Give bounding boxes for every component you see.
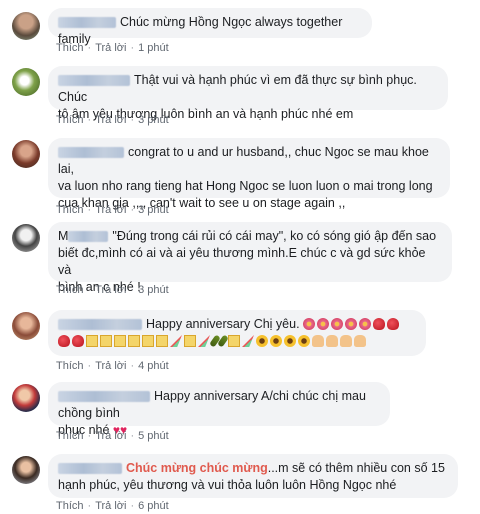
separator: · <box>87 42 92 54</box>
reply-link[interactable]: Trả lời <box>95 114 126 126</box>
commenter-name[interactable] <box>58 147 124 159</box>
separator: · <box>130 500 135 512</box>
comment-bubble: Chúc mừng chúc mừng...m sẽ có thêm nhiều… <box>48 454 458 498</box>
flower-emoji-icon <box>345 318 358 330</box>
separator: · <box>130 360 135 372</box>
commenter-name[interactable] <box>68 231 109 243</box>
avatar[interactable] <box>12 224 40 252</box>
gift-emoji-icon <box>184 335 196 347</box>
flower-emoji-icon <box>317 318 330 330</box>
comment-bubble: M "Đúng trong cái rủi có cái may", ko có … <box>48 222 452 294</box>
comment-bubble: Happy anniversary Chị yêu. <box>48 310 426 356</box>
gift-emoji-icon <box>128 335 140 347</box>
balloon-emoji-icon <box>387 318 400 330</box>
comment-actions: Thích · Trả lời · 1 phút <box>56 42 169 54</box>
timestamp[interactable]: 5 phút <box>138 430 169 442</box>
comment-text-line-2: va luon nho rang tieng hat Hong Ngoc se … <box>58 179 433 193</box>
gift-emoji-icon <box>156 335 168 347</box>
comment-bubble: Thật vui và hạnh phúc vì em đã thực sự b… <box>48 66 448 121</box>
rose-emoji-icon <box>58 335 70 347</box>
avatar[interactable] <box>12 312 40 340</box>
party-popper-emoji-icon <box>242 335 254 347</box>
separator: · <box>130 204 135 216</box>
timestamp[interactable]: 6 phút <box>138 500 169 512</box>
avatar[interactable] <box>12 456 40 484</box>
reply-link[interactable]: Trả lời <box>95 430 126 442</box>
timestamp[interactable]: 1 phút <box>138 42 169 54</box>
commenter-name[interactable] <box>58 391 150 403</box>
comment-actions: Thích · Trả lời · 4 phút <box>56 360 169 372</box>
comment-actions: Thích · Trả lời · 6 phút <box>56 500 169 512</box>
separator: · <box>130 430 135 442</box>
like-link[interactable]: Thích <box>56 284 84 296</box>
separator: · <box>130 114 135 126</box>
separator: · <box>87 204 92 216</box>
flower-emoji-icon <box>303 318 316 330</box>
rose-emoji-icon <box>72 335 84 347</box>
avatar[interactable] <box>12 12 40 40</box>
separator: · <box>87 360 92 372</box>
comment-actions: Thích · Trả lời · 3 phút <box>56 204 169 216</box>
avatar[interactable] <box>12 140 40 168</box>
comment-bubble: Happy anniversary A/chi chúc chị mau chồ… <box>48 382 390 437</box>
separator: · <box>87 430 92 442</box>
avatar[interactable] <box>12 384 40 412</box>
like-link[interactable]: Thích <box>56 360 84 372</box>
separator: · <box>130 284 135 296</box>
comment-text-line-1: ...m sẽ có thêm nhiều con số 15 <box>267 461 445 475</box>
reply-link[interactable]: Trả lời <box>95 284 126 296</box>
separator: · <box>87 284 92 296</box>
commenter-name[interactable] <box>58 319 142 331</box>
comment-actions: Thích · Trả lời · 3 phút <box>56 114 169 126</box>
commenter-initial[interactable]: M <box>58 229 68 243</box>
like-link[interactable]: Thích <box>56 430 84 442</box>
flower-emoji-icon <box>331 318 344 330</box>
like-link[interactable]: Thích <box>56 500 84 512</box>
balloon-emoji-icon <box>373 318 386 330</box>
comment-highlight-text: Chúc mừng chúc mừng <box>126 461 268 475</box>
gift-emoji-icon <box>114 335 126 347</box>
comment-text-line-2: biết đc,mình có ai và ai yêu thương mình… <box>58 246 426 277</box>
comment-actions: Thích · Trả lời · 3 phút <box>56 284 169 296</box>
timestamp[interactable]: 3 phút <box>138 284 169 296</box>
gift-emoji-icon <box>142 335 154 347</box>
reply-link[interactable]: Trả lời <box>95 204 126 216</box>
comment-actions: Thích · Trả lời · 5 phút <box>56 430 169 442</box>
avatar[interactable] <box>12 68 40 96</box>
comment-text-line-1: "Đúng trong cái rủi có cái may", ko có s… <box>112 229 437 243</box>
separator: · <box>87 114 92 126</box>
gift-emoji-icon <box>228 335 240 347</box>
praying-hands-emoji-icon <box>326 335 338 347</box>
commenter-name[interactable] <box>58 17 116 29</box>
comment-text-line-2: hạnh phúc, yêu thương và vui thỏa luôn l… <box>58 478 397 492</box>
party-popper-emoji-icon <box>198 335 210 347</box>
reply-link[interactable]: Trả lời <box>95 500 126 512</box>
like-link[interactable]: Thích <box>56 204 84 216</box>
comment-text: Happy anniversary Chị yêu. <box>146 317 300 331</box>
sunflower-emoji-icon <box>284 335 296 347</box>
reply-link[interactable]: Trả lời <box>95 360 126 372</box>
like-link[interactable]: Thích <box>56 114 84 126</box>
timestamp[interactable]: 4 phút <box>138 360 169 372</box>
comment-bubble: congrat to u and ur husband,, chuc Ngoc … <box>48 138 450 210</box>
flower-emoji-icon <box>359 318 372 330</box>
sunflower-emoji-icon <box>298 335 310 347</box>
like-link[interactable]: Thích <box>56 42 84 54</box>
timestamp[interactable]: 3 phút <box>138 204 169 216</box>
timestamp[interactable]: 3 phút <box>138 114 169 126</box>
party-popper-emoji-icon <box>170 335 182 347</box>
praying-hands-emoji-icon <box>312 335 324 347</box>
separator: · <box>130 42 135 54</box>
gift-emoji-icon <box>86 335 98 347</box>
sunflower-emoji-icon <box>256 335 268 347</box>
praying-hands-emoji-icon <box>354 335 366 347</box>
sunflower-emoji-icon <box>270 335 282 347</box>
commenter-name[interactable] <box>58 75 130 87</box>
commenter-name[interactable] <box>58 463 122 475</box>
gift-emoji-icon <box>100 335 112 347</box>
separator: · <box>87 500 92 512</box>
praying-hands-emoji-icon <box>340 335 352 347</box>
reply-link[interactable]: Trả lời <box>95 42 126 54</box>
comment-bubble: Chúc mừng Hồng Ngọc always together fami… <box>48 8 372 46</box>
